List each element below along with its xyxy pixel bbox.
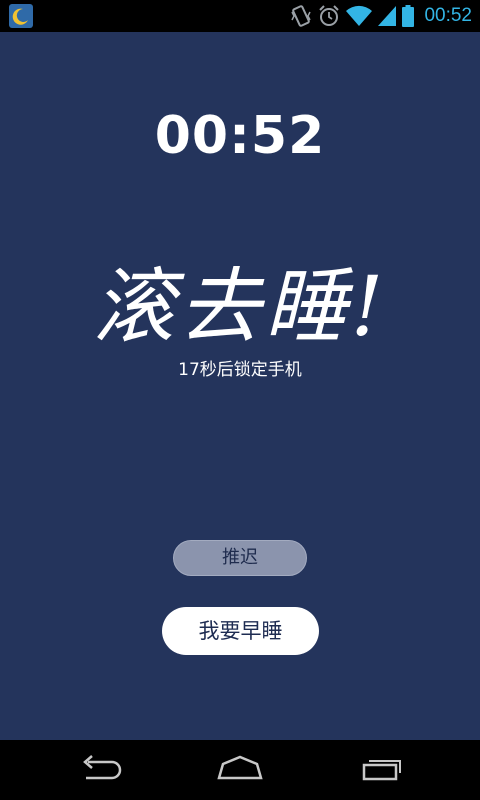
signal-icon	[378, 5, 397, 27]
recent-apps-button[interactable]	[352, 754, 412, 786]
status-bar: 00:52	[0, 0, 480, 32]
sleep-now-button[interactable]: 我要早睡	[162, 607, 319, 655]
vibrate-icon	[290, 4, 312, 28]
status-icons: 00:52	[290, 0, 472, 32]
home-button[interactable]	[210, 754, 270, 786]
alarm-icon	[318, 4, 340, 28]
nav-bar	[0, 740, 480, 800]
status-time: 00:52	[424, 5, 472, 26]
headline: 滚去睡!	[92, 260, 388, 355]
moon-app-icon	[9, 4, 33, 28]
lock-countdown-text: 17秒后锁定手机	[178, 360, 302, 380]
recent-apps-icon	[362, 760, 401, 781]
back-icon	[83, 755, 122, 780]
countdown-timer: 00:52	[154, 106, 326, 166]
postpone-button[interactable]: 推迟	[173, 540, 307, 576]
home-icon	[217, 755, 263, 780]
wifi-icon	[346, 5, 373, 27]
back-button[interactable]	[70, 754, 130, 786]
screen: 00:52 00:52 滚去睡! 17秒后锁定手机 推迟 我要早睡	[0, 0, 480, 800]
battery-icon	[402, 4, 415, 28]
